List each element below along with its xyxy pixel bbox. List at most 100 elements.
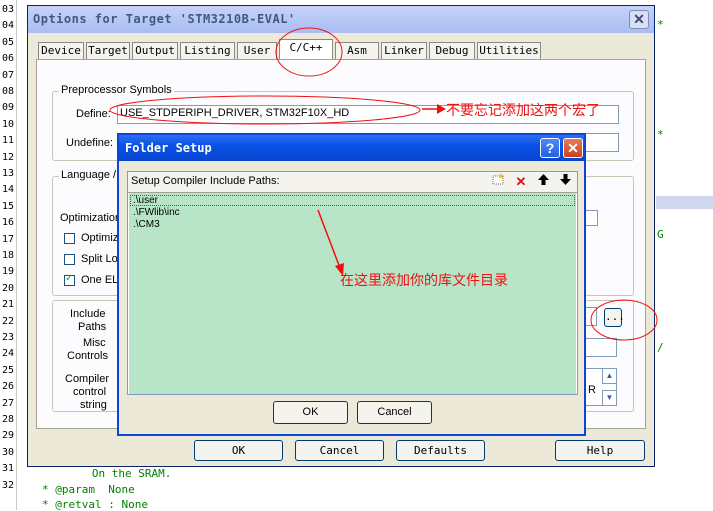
undefine-label: Undefine: bbox=[66, 137, 114, 149]
code-line: * @param None bbox=[42, 483, 135, 496]
line-number: 19 bbox=[1, 266, 14, 278]
tab-utilities[interactable]: Utilities bbox=[477, 42, 541, 59]
line-number: 05 bbox=[1, 36, 14, 48]
compiler-label-1: Compiler bbox=[65, 373, 110, 385]
line-number: 12 bbox=[1, 151, 14, 163]
dialog-title: Options for Target 'STM3210B-EVAL' bbox=[33, 12, 296, 26]
new-folder-icon bbox=[492, 173, 504, 185]
folder-ok-button[interactable]: OK bbox=[273, 401, 348, 424]
tab-c-cpp[interactable]: C/C++ bbox=[279, 39, 333, 60]
path-item[interactable]: .\FWlib\inc bbox=[133, 207, 180, 219]
tab-output[interactable]: Output bbox=[132, 42, 178, 59]
help-button[interactable]: Help bbox=[555, 440, 645, 461]
compiler-string-partial-text: R bbox=[588, 384, 596, 396]
selected-path-focus bbox=[130, 195, 575, 206]
line-number: 06 bbox=[1, 53, 14, 65]
misc-label-1: Misc bbox=[83, 337, 106, 349]
tab-listing[interactable]: Listing bbox=[180, 42, 235, 59]
help-button[interactable]: ? bbox=[540, 138, 560, 158]
compiler-label-2: control bbox=[73, 386, 107, 398]
optimize-checkbox[interactable] bbox=[64, 233, 75, 244]
split-load-checkbox[interactable] bbox=[64, 254, 75, 265]
include-paths-header-label: Setup Compiler Include Paths: bbox=[131, 175, 280, 187]
folder-cancel-button[interactable]: Cancel bbox=[357, 401, 432, 424]
define-annotation-text: 不要忘记添加这两个宏了 bbox=[446, 102, 600, 118]
line-number: 09 bbox=[1, 102, 14, 114]
line-number: 28 bbox=[1, 414, 14, 425]
tab-device[interactable]: Device bbox=[38, 42, 84, 59]
define-label: Define: bbox=[76, 108, 111, 120]
line-number: 14 bbox=[1, 184, 14, 196]
move-down-button[interactable] bbox=[556, 173, 574, 190]
close-button[interactable]: ✕ bbox=[629, 10, 649, 29]
delete-icon: ✕ bbox=[515, 174, 527, 189]
code-fragment: G bbox=[657, 228, 664, 241]
move-up-button[interactable] bbox=[534, 173, 552, 190]
delete-button[interactable]: ✕ bbox=[512, 173, 530, 190]
code-line: On the SRAM. bbox=[72, 467, 172, 480]
misc-label-2: Controls bbox=[67, 350, 108, 362]
tab-linker[interactable]: Linker bbox=[381, 42, 427, 59]
help-icon: ? bbox=[545, 140, 555, 156]
tab-user[interactable]: User bbox=[237, 42, 277, 59]
line-number: 04 bbox=[1, 20, 14, 32]
dialog-title-bar[interactable]: Options for Target 'STM3210B-EVAL' ✕ bbox=[28, 6, 654, 33]
scroll-down-button[interactable]: ▼ bbox=[602, 390, 617, 406]
line-number: 23 bbox=[1, 332, 14, 343]
line-number: 32 bbox=[1, 479, 14, 491]
folder-annotation-text: 在这里添加你的库文件目录 bbox=[340, 272, 508, 288]
code-fragment: * bbox=[657, 128, 664, 141]
arrow-up-icon bbox=[537, 174, 549, 185]
include-label-2: Paths bbox=[78, 321, 107, 333]
defaults-button[interactable]: Defaults bbox=[396, 440, 485, 461]
folder-dialog-title-bar[interactable]: Folder Setup ? ✕ bbox=[119, 135, 584, 161]
arrow-down-icon bbox=[559, 174, 571, 185]
close-icon: ✕ bbox=[567, 140, 579, 156]
ok-button[interactable]: OK bbox=[194, 440, 283, 461]
line-number: 30 bbox=[1, 446, 14, 458]
line-number: 10 bbox=[1, 118, 14, 130]
gutter-divider bbox=[16, 0, 17, 510]
code-fragment: / bbox=[657, 341, 664, 354]
include-paths-list[interactable]: .\user .\FWlib\inc .\CM3 bbox=[129, 193, 576, 394]
line-number: 08 bbox=[1, 86, 14, 97]
include-paths-header: Setup Compiler Include Paths: ✕ bbox=[128, 172, 577, 193]
line-number: 16 bbox=[1, 217, 14, 229]
code-line: * @retval : None bbox=[42, 498, 148, 511]
line-number: 26 bbox=[1, 381, 14, 393]
tab-asm[interactable]: Asm bbox=[335, 42, 379, 59]
folder-dialog-title: Folder Setup bbox=[125, 141, 212, 155]
line-number: 13 bbox=[1, 168, 14, 179]
compiler-label-3: string bbox=[80, 399, 107, 411]
one-elf-checkbox[interactable] bbox=[64, 273, 75, 286]
line-number: 11 bbox=[1, 135, 14, 147]
tab-debug[interactable]: Debug bbox=[429, 42, 475, 59]
line-number: 03 bbox=[1, 4, 14, 15]
line-number: 18 bbox=[1, 250, 14, 261]
line-number: 31 bbox=[1, 463, 14, 475]
scroll-up-button[interactable]: ▲ bbox=[602, 368, 617, 384]
line-number: 25 bbox=[1, 364, 14, 376]
browse-include-button[interactable]: ... bbox=[604, 308, 625, 327]
tab-target[interactable]: Target bbox=[86, 42, 130, 59]
line-number: 27 bbox=[1, 397, 14, 409]
line-number: 29 bbox=[1, 430, 14, 442]
line-number: 17 bbox=[1, 233, 14, 245]
language-group-label: Language / bbox=[59, 169, 119, 181]
line-number: 20 bbox=[1, 282, 14, 294]
new-folder-button[interactable] bbox=[489, 173, 507, 190]
include-label-1: Include bbox=[70, 308, 106, 320]
line-number: 15 bbox=[1, 200, 14, 212]
close-icon: ✕ bbox=[633, 11, 645, 27]
close-button[interactable]: ✕ bbox=[563, 138, 583, 158]
line-number: 22 bbox=[1, 315, 14, 327]
code-fragment: * bbox=[657, 18, 664, 31]
editor-selection-highlight bbox=[656, 196, 713, 209]
line-number: 24 bbox=[1, 348, 14, 360]
cancel-button[interactable]: Cancel bbox=[295, 440, 384, 461]
preprocessor-group-label: Preprocessor Symbols bbox=[59, 84, 174, 96]
line-number: 07 bbox=[1, 69, 14, 81]
path-item[interactable]: .\CM3 bbox=[133, 219, 160, 231]
path-item[interactable]: .\user bbox=[133, 195, 158, 207]
optimization-label: Optimization bbox=[60, 212, 122, 224]
